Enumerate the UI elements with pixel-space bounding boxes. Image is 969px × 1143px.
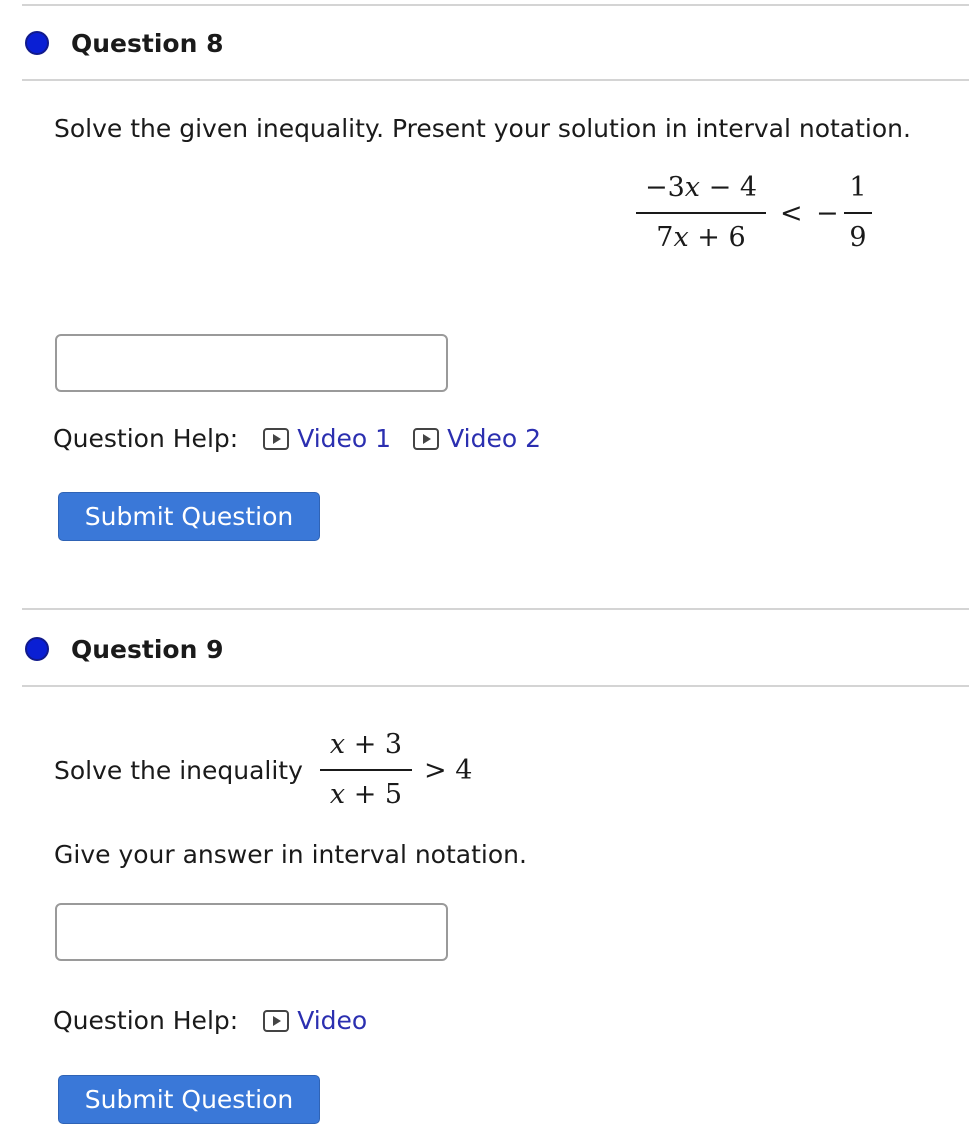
question-dot-icon: [25, 31, 49, 55]
less-than-operator: <: [780, 198, 803, 229]
video-2-label: Video 2: [447, 424, 541, 453]
question-8-help: Question Help: Video 1 Video 2: [53, 424, 563, 453]
question-8-title: Question 8: [71, 28, 224, 58]
q9-fraction-bar: [320, 769, 412, 771]
play-video-icon: [263, 427, 290, 450]
question-8-submit-button[interactable]: Submit Question: [58, 492, 320, 541]
rhs-numerator: 1: [849, 172, 867, 203]
lhs-fraction-bar: [636, 212, 766, 214]
q9-fraction: x + 3 x + 5: [320, 729, 412, 811]
question-9-title: Question 9: [71, 634, 224, 664]
q9-denominator: x + 5: [329, 779, 403, 810]
question-9-help: Question Help: Video: [53, 1006, 389, 1035]
play-video-icon: [263, 1009, 290, 1032]
video-link[interactable]: Video: [263, 1006, 367, 1035]
top-divider: [22, 4, 969, 6]
play-video-icon: [413, 427, 440, 450]
rhs-denominator: 9: [849, 222, 867, 253]
question-8-inequality: −3x − 4 7x + 6 < − 1 9: [636, 172, 876, 262]
section-divider: [22, 608, 969, 610]
question-9-answer-input[interactable]: [55, 903, 448, 961]
video-2-link[interactable]: Video 2: [413, 424, 541, 453]
lhs-numerator: −3x − 4: [644, 172, 757, 203]
question-8-header: Question 8: [25, 23, 223, 63]
question-8-prompt: Solve the given inequality. Present your…: [54, 114, 911, 143]
video-label: Video: [297, 1006, 368, 1035]
question-dot-icon: [25, 637, 49, 661]
video-1-link[interactable]: Video 1: [263, 424, 391, 453]
question-9-inequality: x + 3 x + 5 > 4: [320, 729, 500, 819]
q9-numerator: x + 3: [329, 729, 403, 760]
question-9-submit-button[interactable]: Submit Question: [58, 1075, 320, 1124]
question-9-instruction: Give your answer in interval notation.: [54, 840, 527, 869]
q9-operator: > 4: [424, 755, 473, 786]
lhs-fraction: −3x − 4 7x + 6: [636, 172, 766, 254]
video-1-label: Video 1: [297, 424, 392, 453]
question-9-prompt: Solve the inequality: [54, 756, 303, 785]
rhs-sign: −: [816, 198, 839, 229]
question-8-divider: [22, 79, 969, 81]
question-help-label: Question Help:: [53, 1006, 239, 1035]
rhs-fraction-bar: [844, 212, 872, 214]
question-9-divider: [22, 685, 969, 687]
question-8-answer-input[interactable]: [55, 334, 448, 392]
question-help-label: Question Help:: [53, 424, 239, 453]
question-9-header: Question 9: [25, 629, 223, 669]
rhs-fraction: 1 9: [844, 172, 872, 254]
lhs-denominator: 7x + 6: [656, 222, 746, 253]
